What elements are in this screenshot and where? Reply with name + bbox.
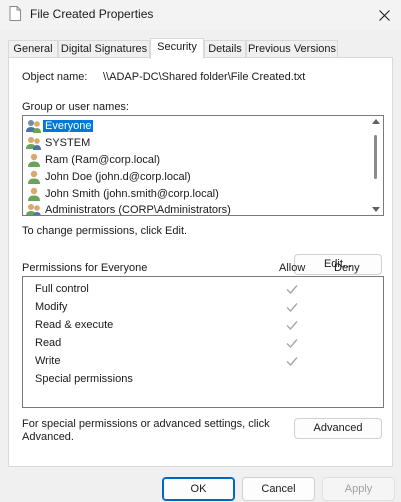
advanced-hint: For special permissions or advanced sett… (22, 418, 270, 443)
user-name: SYSTEM (45, 137, 91, 149)
group-users-icon (26, 120, 41, 133)
permission-row-full-control: Full control (35, 280, 375, 298)
check-icon (286, 303, 298, 313)
tab-previous-versions[interactable]: Previous Versions (246, 40, 338, 58)
permission-row-write: Write (35, 352, 375, 370)
scrollbar-thumb[interactable] (374, 135, 377, 179)
close-button[interactable] (367, 0, 401, 30)
group-user-list[interactable]: Everyone SYSTEM Ram (Ram@corp.local) Joh… (22, 115, 384, 216)
scroll-up-arrow-icon[interactable] (372, 119, 380, 124)
window-title: File Created Properties (30, 7, 154, 21)
user-icon (28, 170, 40, 184)
change-permissions-hint: To change permissions, click Edit. (22, 225, 188, 237)
permission-name: Special permissions (35, 373, 133, 385)
document-icon (9, 6, 21, 21)
security-panel: Object name: \\ADAP-DC\Shared folder\Fil… (8, 57, 393, 467)
permission-row-special: Special permissions (35, 370, 375, 388)
permission-row-modify: Modify (35, 298, 375, 316)
permission-name: Write (35, 355, 61, 367)
group-users-icon (26, 204, 41, 215)
advanced-button[interactable]: Advanced (294, 418, 382, 439)
tab-label: General (13, 43, 53, 55)
title-bar: File Created Properties (0, 0, 401, 30)
user-icon (28, 153, 40, 167)
permissions-header: Permissions for Everyone (22, 262, 148, 274)
check-icon (286, 339, 298, 349)
close-icon (378, 9, 390, 21)
user-list-item-system[interactable]: SYSTEM (25, 135, 367, 151)
permission-name: Modify (35, 301, 68, 313)
user-list-item-administrators[interactable]: Administrators (CORP\Administrators) (25, 202, 367, 216)
object-name-value: \\ADAP-DC\Shared folder\File Created.txt (103, 71, 306, 83)
tab-label: Details (208, 43, 242, 55)
apply-button[interactable]: Apply (322, 477, 395, 501)
tab-details[interactable]: Details (204, 40, 246, 58)
user-list-item-everyone[interactable]: Everyone (25, 118, 367, 134)
scroll-down-arrow-icon[interactable] (372, 207, 380, 212)
dialog-client-area: General Digital Signatures Security Deta… (0, 30, 401, 502)
permission-name: Full control (35, 283, 89, 295)
check-icon (286, 357, 298, 367)
user-name: Everyone (43, 120, 94, 132)
group-names-label: Group or user names: (22, 101, 129, 113)
cancel-button[interactable]: Cancel (242, 477, 315, 501)
allow-column-header: Allow (279, 262, 306, 274)
check-icon (286, 285, 298, 295)
user-list-item-john-doe[interactable]: John Doe (john.d@corp.local) (25, 169, 367, 185)
tab-general[interactable]: General (8, 40, 58, 58)
user-list-item-john-smith[interactable]: John Smith (john.smith@corp.local) (25, 186, 367, 202)
permissions-list: Full control Modify Read & execute Read … (22, 276, 384, 408)
check-icon (286, 321, 298, 331)
permission-row-read: Read (35, 334, 375, 352)
deny-column-header: Deny (334, 262, 360, 274)
tab-digital-signatures[interactable]: Digital Signatures (58, 40, 150, 58)
object-name-label: Object name: (22, 71, 88, 83)
group-users-icon (26, 137, 41, 150)
user-list-item-ram[interactable]: Ram (Ram@corp.local) (25, 152, 367, 168)
permission-name: Read (35, 337, 62, 349)
tab-security[interactable]: Security (150, 38, 204, 59)
tab-label: Digital Signatures (60, 43, 148, 55)
user-icon (28, 187, 40, 201)
user-name: Administrators (CORP\Administrators) (45, 204, 231, 216)
permission-name: Read & execute (35, 319, 114, 331)
ok-button[interactable]: OK (162, 477, 235, 501)
tab-label: Previous Versions (247, 43, 337, 55)
user-name: Ram (Ram@corp.local) (45, 154, 161, 166)
user-name: John Smith (john.smith@corp.local) (45, 188, 219, 200)
tab-label: Security (157, 41, 197, 53)
user-list-scrollbar[interactable] (369, 116, 383, 215)
user-name: John Doe (john.d@corp.local) (45, 171, 191, 183)
permission-row-read-execute: Read & execute (35, 316, 375, 334)
